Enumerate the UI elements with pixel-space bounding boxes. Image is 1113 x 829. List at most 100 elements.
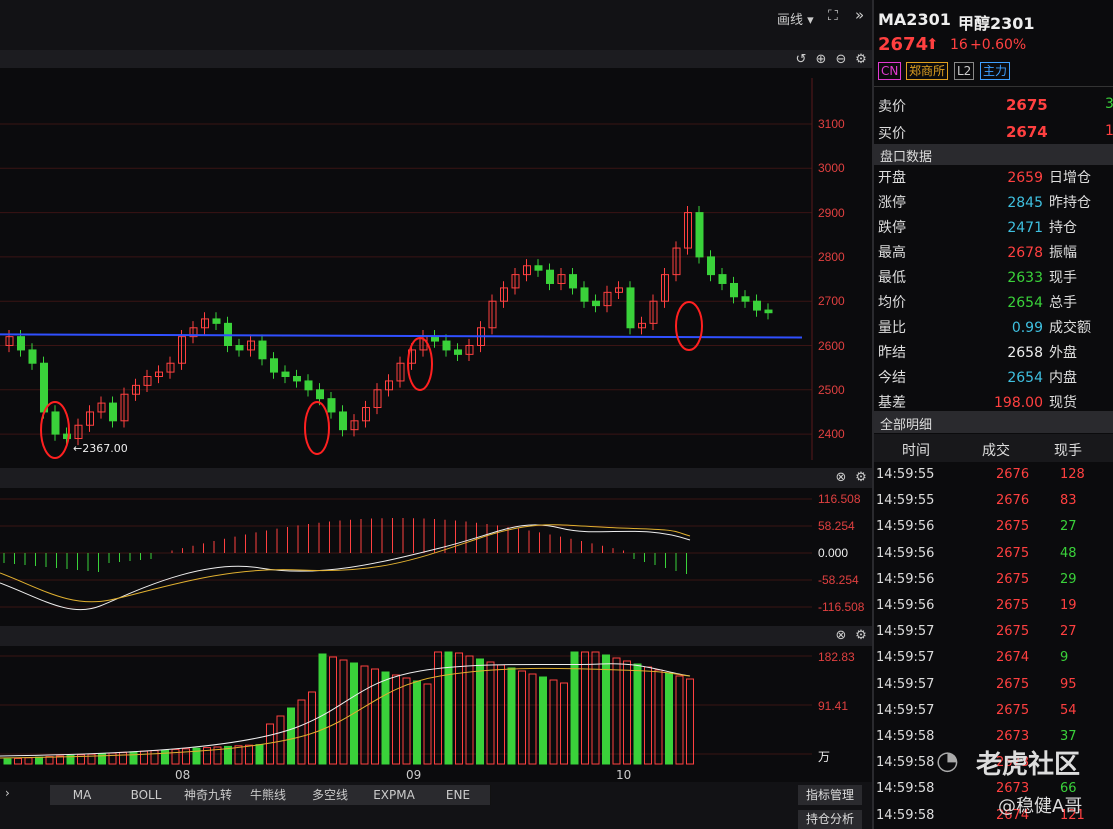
volume-bar	[140, 750, 148, 765]
indicator-tab[interactable]: MA	[50, 785, 115, 805]
row-label: 最低	[878, 270, 906, 286]
volume-chart[interactable]	[0, 646, 872, 766]
trade-time: 14:59:56	[876, 519, 935, 535]
trade-time: 14:59:55	[876, 493, 935, 509]
row-label: 昨结	[878, 345, 906, 361]
support-line	[0, 333, 803, 339]
date-label: 09	[406, 768, 422, 782]
trade-time: 14:59:56	[876, 598, 935, 613]
row-label-2: 持仓	[1049, 220, 1077, 236]
ask-label: 卖价	[878, 99, 906, 115]
quote-row: 跌停 2471 持仓	[876, 216, 1113, 241]
volume-bar	[507, 667, 516, 765]
volume-bar	[3, 758, 12, 765]
tag-exchange: 郑商所	[906, 62, 949, 80]
candle-body	[707, 256, 715, 276]
volume-bar	[476, 658, 484, 765]
bid-volume: 10	[1105, 123, 1113, 139]
draw-line-button[interactable]: 画线 ▾	[777, 9, 814, 28]
trade-price: 2674	[996, 650, 1030, 666]
trade-time: 14:59:57	[876, 624, 935, 640]
watermark-brand: 老虎社区	[976, 750, 1081, 780]
trade-row: 14:59:55 2676 83	[876, 488, 1113, 514]
indicator-manage-button[interactable]: 指标管理	[798, 785, 862, 805]
volume-bar	[528, 673, 537, 765]
date-label: 10	[616, 768, 632, 782]
price-tick: 2400	[818, 427, 845, 442]
trade-time: 14:59:57	[876, 702, 935, 718]
quote-row: 最高 2678 振幅	[876, 241, 1113, 266]
close-icon[interactable]: ⊗	[834, 629, 848, 643]
price-tick: 2700	[818, 294, 845, 309]
volume-bar	[623, 660, 631, 765]
collapse-icon[interactable]: »	[855, 6, 864, 24]
close-icon[interactable]: ⊗	[834, 471, 848, 485]
indicator-tab[interactable]: 多空线	[298, 785, 363, 805]
trade-row: 14:59:55 2676 128	[876, 462, 1113, 488]
chevron-right-icon[interactable]: ›	[5, 786, 10, 800]
position-analysis-button[interactable]: 持仓分析	[798, 810, 862, 829]
trade-price: 2675	[996, 571, 1030, 587]
quote-row: 昨结 2658 外盘	[876, 341, 1113, 366]
price-tick: 2900	[818, 205, 845, 220]
last-price: 2674	[878, 34, 929, 55]
quote-row: 涨停 2845 昨持仓	[876, 191, 1113, 216]
dif-line	[0, 524, 691, 611]
dea-line	[0, 524, 691, 603]
indicator-tab[interactable]: 神奇九转	[178, 785, 239, 805]
candle-body	[546, 269, 554, 284]
indicator-tab[interactable]: BOLL	[114, 785, 179, 805]
indicator-tab[interactable]: 牛熊线	[238, 785, 299, 805]
volume-bar	[245, 744, 253, 765]
volume-bar	[318, 653, 327, 765]
zoom-out-icon[interactable]: ⊖	[834, 53, 848, 67]
candle-body	[293, 376, 301, 382]
trade-price: 2675	[996, 598, 1030, 613]
trade-volume: 128	[1060, 467, 1085, 482]
bid-price: 2674	[1006, 123, 1048, 141]
trade-volume: 48	[1060, 545, 1077, 561]
trade-price: 2676	[996, 493, 1030, 509]
quote-row: 最低 2633 现手	[876, 266, 1113, 291]
candle-body	[454, 349, 462, 355]
vol-ma1	[0, 663, 691, 757]
candle-body	[109, 402, 117, 422]
highlight-circle	[675, 301, 703, 351]
indicator-tab[interactable]: EXPMA	[362, 785, 427, 805]
detail-title[interactable]: 全部明细	[880, 414, 932, 433]
candle-body	[580, 287, 589, 302]
macd-chart[interactable]	[0, 488, 872, 626]
trade-volume: 54	[1060, 702, 1077, 718]
volume-bar	[108, 752, 117, 765]
settings-icon[interactable]: ⚙	[854, 53, 868, 67]
tiger-logo-icon: ◔	[936, 746, 959, 776]
tag-l2: L2	[954, 62, 975, 80]
candle-body	[592, 300, 600, 307]
fullscreen-icon[interactable]: ⛶	[828, 8, 838, 24]
candle-body	[281, 371, 290, 378]
volume-tick: 91.41	[818, 699, 849, 713]
candle-body	[534, 265, 543, 271]
zoom-in-icon[interactable]: ⊕	[814, 53, 828, 67]
settings-icon[interactable]: ⚙	[854, 471, 868, 485]
trade-volume: 27	[1060, 519, 1077, 535]
trade-row: 14:59:56 2675 19	[876, 593, 1113, 619]
settings-icon[interactable]: ⚙	[854, 629, 868, 643]
volume-bar	[129, 751, 138, 765]
trade-volume: 9	[1060, 650, 1069, 666]
candlestick-chart[interactable]	[0, 68, 872, 468]
candle-body	[730, 282, 738, 298]
trade-time: 14:59:58	[876, 781, 935, 797]
volume-tick: 182.83	[818, 650, 855, 664]
row-label: 均价	[878, 295, 906, 311]
macd-tick: 0.000	[818, 546, 849, 560]
trade-price: 2675	[996, 545, 1030, 561]
row-label-2: 成交额	[1049, 320, 1091, 336]
quote-row: 均价 2654 总手	[876, 291, 1113, 316]
candle-body	[695, 212, 704, 258]
undo-icon[interactable]: ↺	[794, 53, 808, 67]
row-label: 涨停	[878, 195, 906, 211]
candle-body	[764, 309, 773, 314]
indicator-tab[interactable]: ENE	[426, 785, 491, 805]
ask-volume: 39	[1105, 96, 1113, 112]
